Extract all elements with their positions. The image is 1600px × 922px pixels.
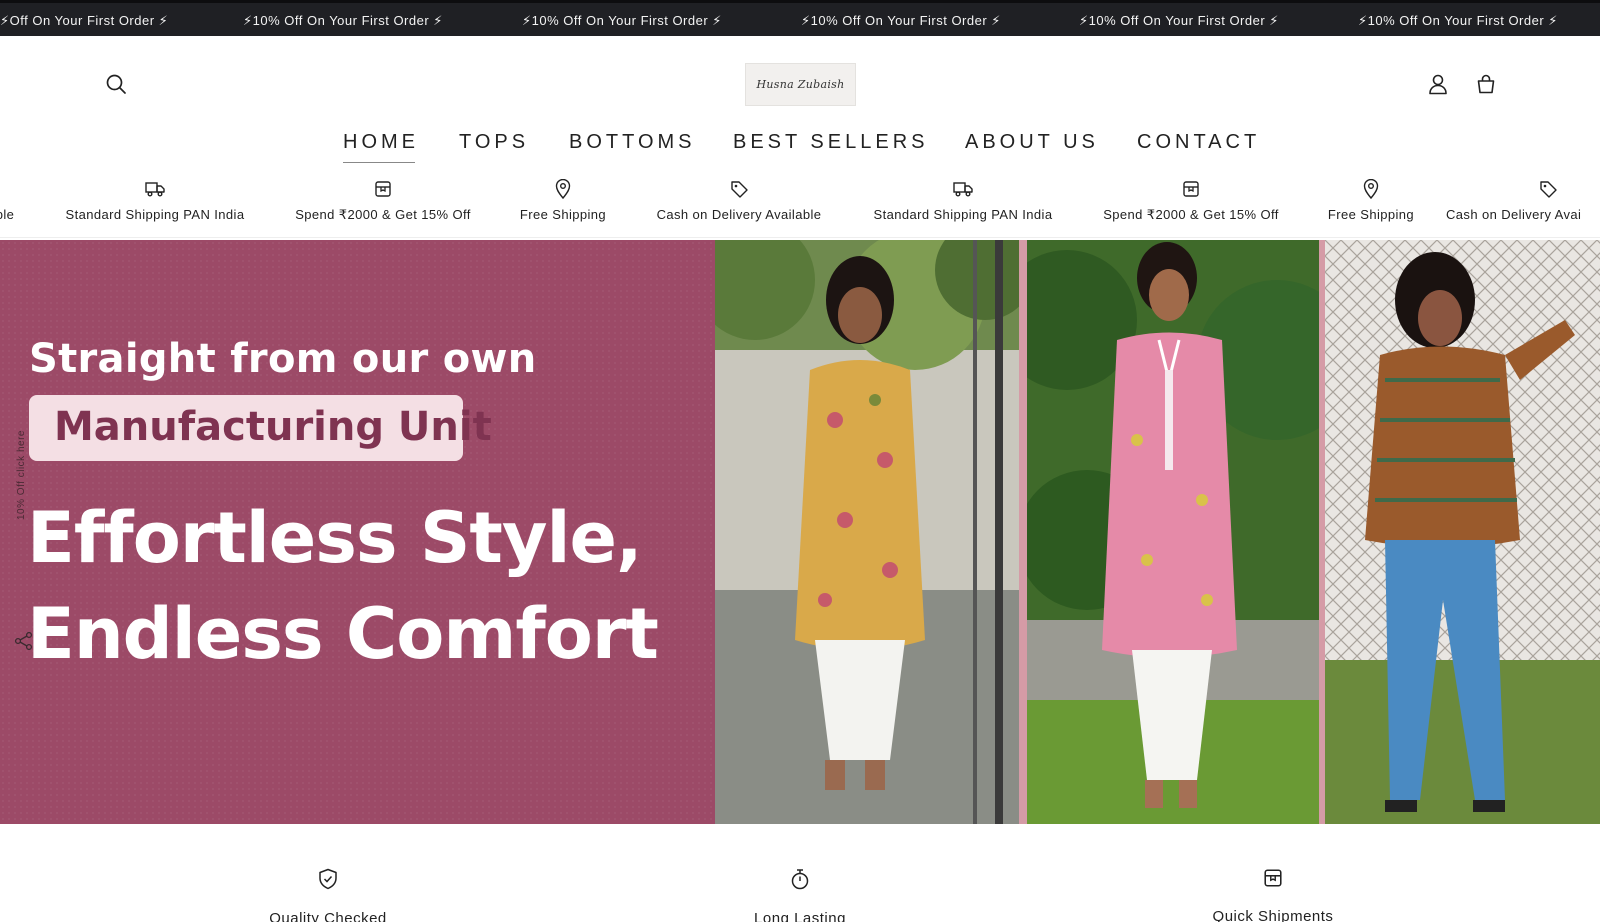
feature-item: Spend ₹2000 & Get 15% Off [1091,178,1291,223]
trust-item: Long Lasting [700,868,900,922]
feature-item: Cash on Delivery Avai [1446,178,1600,222]
stopwatch-icon [791,869,809,890]
announcement-bar: ⚡Off On Your First Order ⚡ ⚡10% Off On Y… [0,0,1600,36]
hero-photo [1027,240,1319,824]
site-logo[interactable]: Husna Zubaish [745,63,856,106]
announcement-text: ⚡Off On Your First Order ⚡ [0,13,169,28]
hero-title: Effortless Style, Endless Comfort [27,490,659,682]
hero-title-line: Endless Comfort [27,593,659,675]
announcement-text: ⚡10% Off On Your First Order ⚡ [1079,13,1279,28]
feature-label: Standard Shipping PAN India [65,207,245,222]
discount-side-tab-label[interactable]: 10% Off click here [16,430,27,520]
location-pin-icon [552,178,574,200]
nav-item-best-sellers[interactable]: BEST SELLERS [733,131,928,154]
user-icon[interactable] [1424,70,1452,98]
feature-label: Cash on Delivery Avai [1446,207,1582,222]
features-marquee: ble Standard Shipping PAN India Spend ₹2… [0,178,1600,238]
tag-icon [0,178,16,200]
nav-item-tops[interactable]: TOPS [459,131,529,154]
location-pin-icon [1360,178,1382,200]
announcement-text: ⚡10% Off On Your First Order ⚡ [522,13,722,28]
search-icon[interactable] [102,70,130,98]
trust-item: Quick Shipments [1173,868,1373,922]
hero-photo [715,240,1019,824]
photo-divider [1019,240,1027,824]
feature-label: Spend ₹2000 & Get 15% Off [295,207,471,222]
truck-icon [144,178,166,200]
hero-title-line: Effortless Style, [27,497,643,579]
tag-icon [728,178,750,200]
announcement-text: ⚡10% Off On Your First Order ⚡ [801,13,1001,28]
feature-item: Cash on Delivery Available [639,178,839,222]
hero-text-panel: Straight from our own Manufacturing Unit… [0,240,715,824]
hero-banner[interactable]: Straight from our own Manufacturing Unit… [0,240,1600,824]
announcement-text: ⚡10% Off On Your First Order ⚡ [243,13,443,28]
feature-label: Free Shipping [1327,207,1415,222]
trust-label: Quality Checked [269,910,387,922]
box-icon [372,178,394,200]
feature-item: Standard Shipping PAN India [55,178,255,222]
box-icon [1264,869,1282,887]
nav-item-about-us[interactable]: ABOUT US [965,131,1099,154]
feature-item: Spend ₹2000 & Get 15% Off [283,178,483,223]
bag-icon[interactable] [1472,70,1500,98]
nav-item-bottoms[interactable]: BOTTOMS [569,131,696,154]
feature-label: Free Shipping [519,207,607,222]
feature-item: Free Shipping [513,178,613,222]
feature-item: Free Shipping [1321,178,1421,222]
feature-label: Spend ₹2000 & Get 15% Off [1103,207,1279,222]
shield-check-icon [319,868,337,890]
share-icon [14,631,33,651]
feature-label: Standard Shipping PAN India [873,207,1053,222]
hero-subtitle: Straight from our own [29,336,537,382]
trust-item: Quality Checked [228,868,428,922]
hero-photo [1325,240,1600,824]
discount-side-tab[interactable] [14,631,34,782]
hero-highlight-text: Manufacturing Unit [54,404,492,450]
feature-label: Cash on Delivery Available [656,207,822,222]
trust-badges: Quality Checked Long Lasting Quick Shipm… [0,824,1600,922]
box-icon [1180,178,1202,200]
feature-item: Standard Shipping PAN India [863,178,1063,222]
nav-item-contact[interactable]: CONTACT [1137,131,1260,154]
logo-wordmark: Husna Zubaish [756,78,845,91]
nav-item-home[interactable]: HOME [343,131,419,163]
announcement-text: ⚡10% Off On Your First Order ⚡ [1358,13,1558,28]
main-nav: HOME TOPS BOTTOMS BEST SELLERS ABOUT US … [0,125,1600,165]
hero-highlight: Manufacturing Unit [29,395,492,461]
trust-label: Quick Shipments [1212,908,1334,922]
site-header: Husna Zubaish [0,36,1600,122]
truck-icon [952,178,974,200]
trust-label: Long Lasting [754,910,846,922]
feature-item: ble [0,178,35,222]
feature-label: ble [0,207,15,222]
tag-icon [1537,178,1559,200]
